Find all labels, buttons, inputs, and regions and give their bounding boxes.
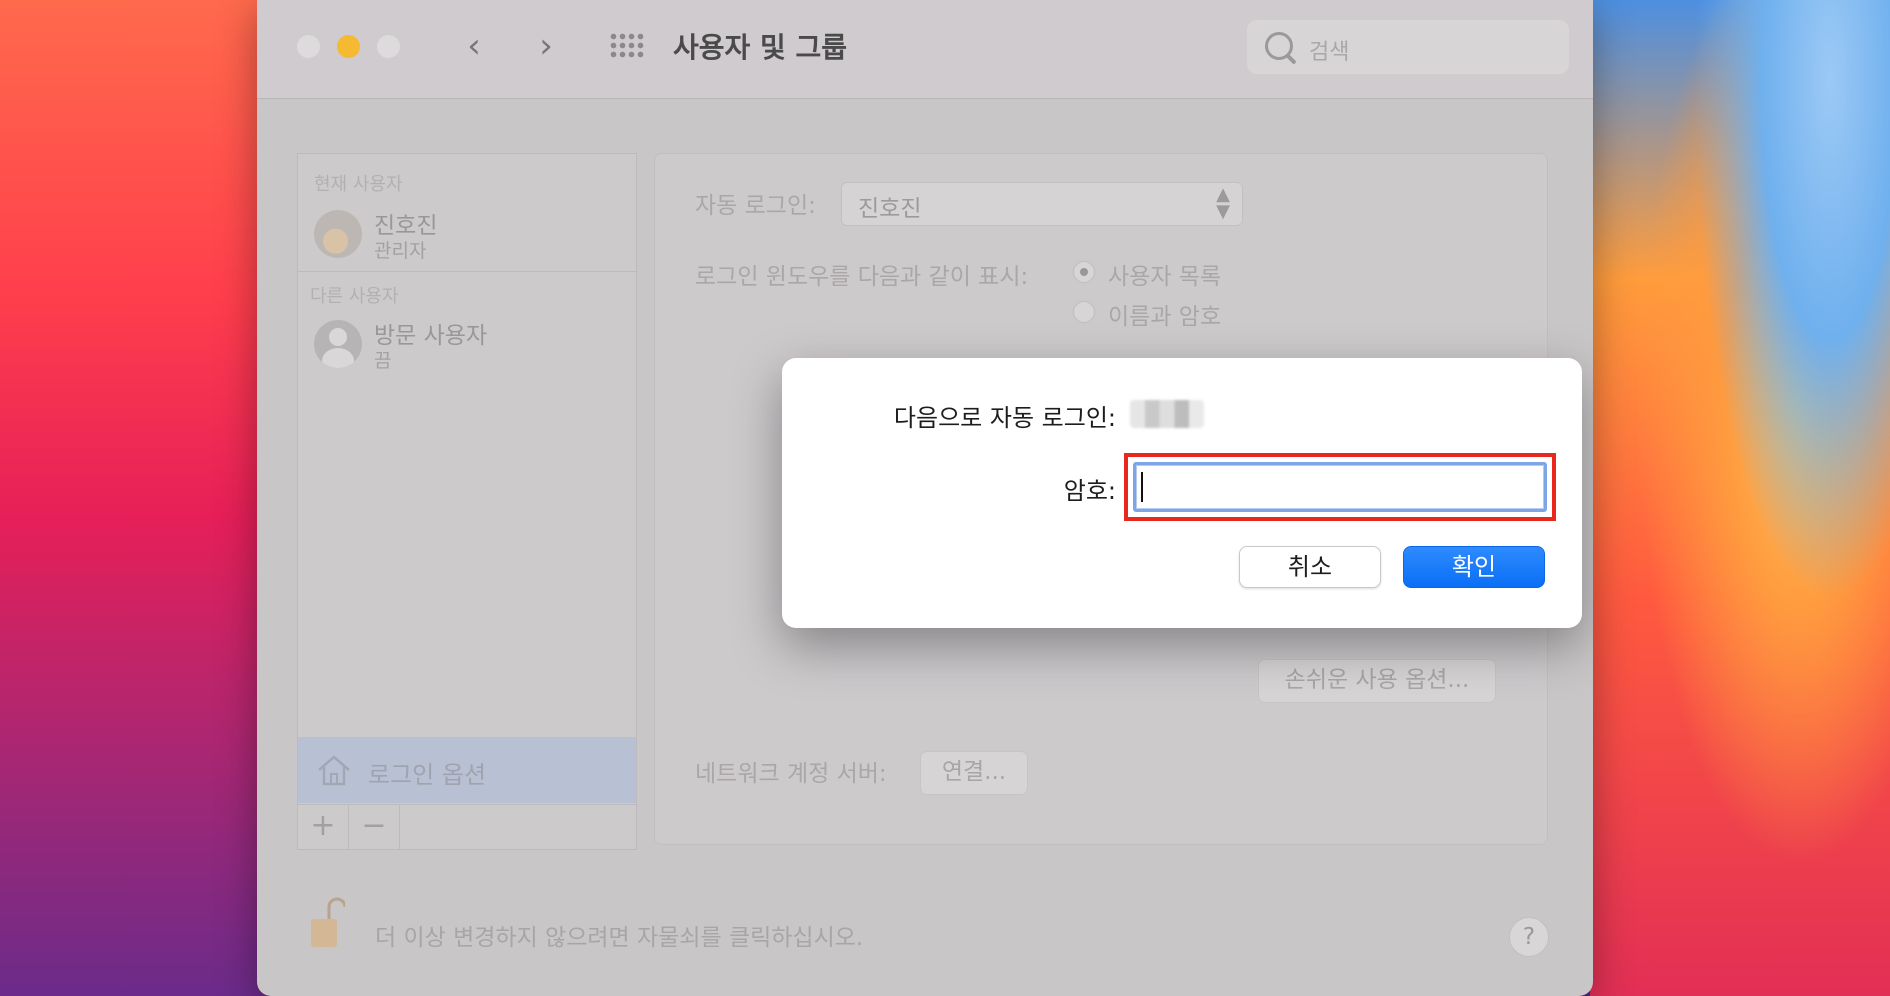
search-placeholder: 검색 — [1309, 40, 1350, 65]
zoom-button[interactable] — [377, 35, 400, 58]
other-users-header: 다른 사용자 — [310, 286, 399, 307]
guest-user-icon — [314, 320, 362, 368]
auto-login-value: 진호진 — [858, 196, 922, 222]
radio-user-list-label: 사용자 목록 — [1108, 264, 1222, 290]
minimize-button[interactable] — [337, 35, 360, 58]
password-dialog: 다음으로 자동 로그인: 암호: 취소 확인 — [782, 358, 1582, 628]
login-options-label: 로그인 옵션 — [368, 761, 487, 789]
remove-user-button[interactable]: − — [349, 805, 400, 850]
lock-hint-text: 더 이상 변경하지 않으려면 자물쇠를 클릭하십시오. — [375, 925, 864, 951]
user-name: 방문 사용자 — [374, 323, 488, 349]
radio-user-list[interactable] — [1073, 261, 1095, 283]
divider — [298, 271, 636, 272]
desktop-wallpaper-left — [0, 0, 270, 996]
display-window-label: 로그인 윈도우를 다음과 같이 표시: — [695, 264, 1029, 290]
forward-arrow-icon[interactable]: › — [529, 26, 563, 66]
user-role: 관리자 — [374, 240, 427, 262]
ok-button[interactable]: 확인 — [1403, 546, 1545, 588]
users-sidebar: 현재 사용자 진호진 관리자 다른 사용자 방문 사용자 끔 로그인 옵션 + … — [297, 153, 637, 850]
user-name: 진호진 — [374, 213, 438, 239]
lock-icon[interactable] — [309, 895, 345, 951]
cancel-button[interactable]: 취소 — [1239, 546, 1381, 588]
back-arrow-icon[interactable]: ‹ — [457, 26, 491, 66]
title-bar: ‹ › 사용자 및 그룹 검색 — [257, 0, 1593, 99]
search-icon — [1265, 32, 1293, 60]
help-button[interactable]: ? — [1509, 917, 1549, 957]
preferences-window: ‹ › 사용자 및 그룹 검색 현재 사용자 진호진 관리자 다른 사용자 방문… — [257, 0, 1593, 996]
sidebar-footer: + − — [298, 804, 636, 850]
auto-login-label: 자동 로그인: — [695, 193, 816, 219]
close-button[interactable] — [297, 35, 320, 58]
text-caret — [1141, 472, 1143, 502]
radio-name-password-label: 이름과 암호 — [1108, 304, 1222, 330]
avatar — [314, 210, 362, 258]
desktop-wallpaper-right — [1590, 0, 1890, 996]
window-title: 사용자 및 그룹 — [673, 31, 848, 64]
radio-name-password[interactable] — [1073, 301, 1095, 323]
chevron-updown-icon: ▲ ▼ — [1216, 184, 1230, 222]
blurred-username — [1130, 400, 1204, 428]
connect-button[interactable]: 연결... — [920, 751, 1028, 795]
password-label: 암호: — [1063, 477, 1116, 505]
show-all-grid-icon[interactable] — [609, 32, 645, 60]
network-server-label: 네트워크 계정 서버: — [695, 761, 887, 787]
home-icon — [318, 755, 350, 786]
accessibility-options-button[interactable]: 손쉬운 사용 옵션... — [1258, 659, 1496, 703]
password-input[interactable] — [1133, 462, 1547, 512]
current-users-header: 현재 사용자 — [314, 174, 403, 195]
auto-login-select[interactable]: 진호진 ▲ ▼ — [841, 182, 1243, 226]
search-field[interactable]: 검색 — [1247, 20, 1569, 74]
sidebar-item-login-options[interactable]: 로그인 옵션 — [298, 737, 636, 803]
auto-login-user-label: 다음으로 자동 로그인: — [893, 404, 1116, 432]
add-user-button[interactable]: + — [298, 805, 349, 850]
user-status: 끔 — [374, 350, 392, 372]
